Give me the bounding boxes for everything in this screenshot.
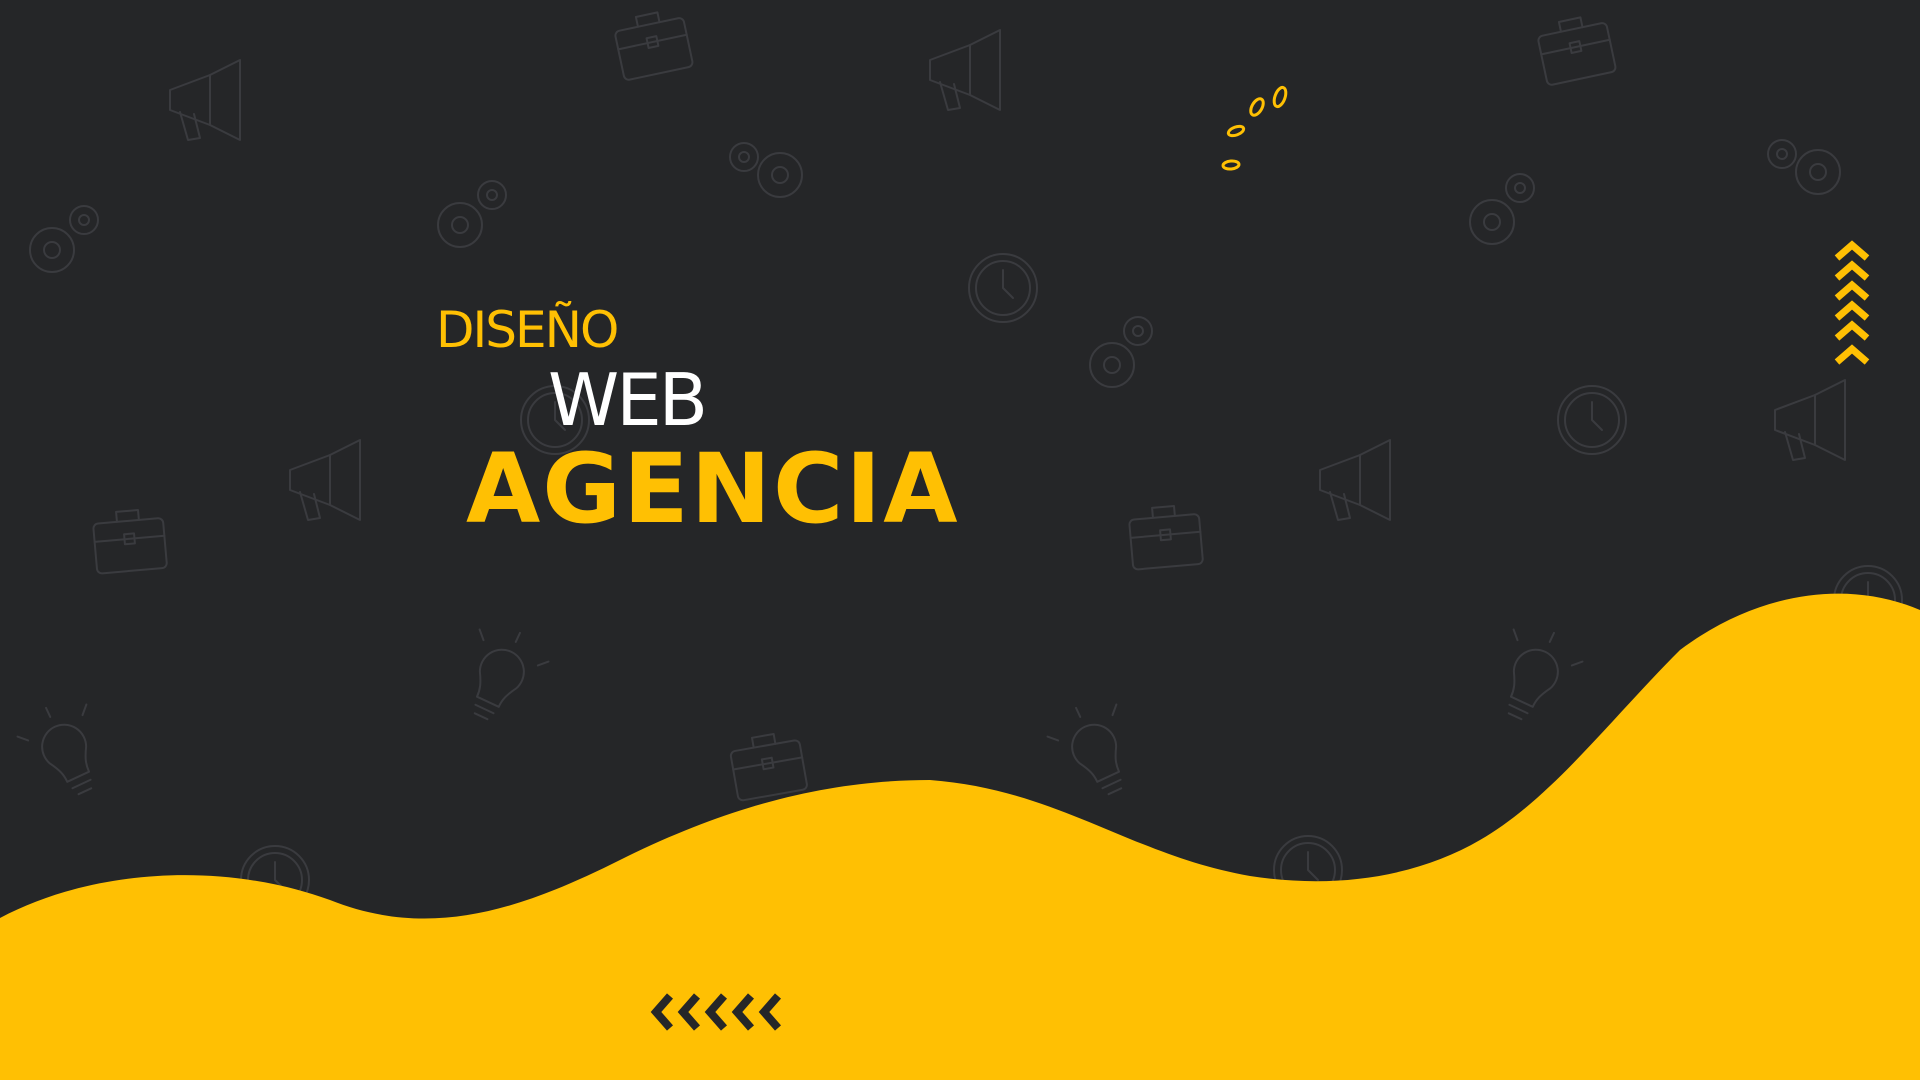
hero-banner: DISEÑO WEB AGENCIA	[0, 0, 1920, 1080]
headline-line-agencia: AGENCIA	[466, 433, 960, 545]
headline-line-diseno: DISEÑO	[436, 301, 619, 359]
headline-line-web: WEB	[548, 358, 708, 442]
headline: DISEÑO WEB AGENCIA	[0, 0, 1920, 1080]
